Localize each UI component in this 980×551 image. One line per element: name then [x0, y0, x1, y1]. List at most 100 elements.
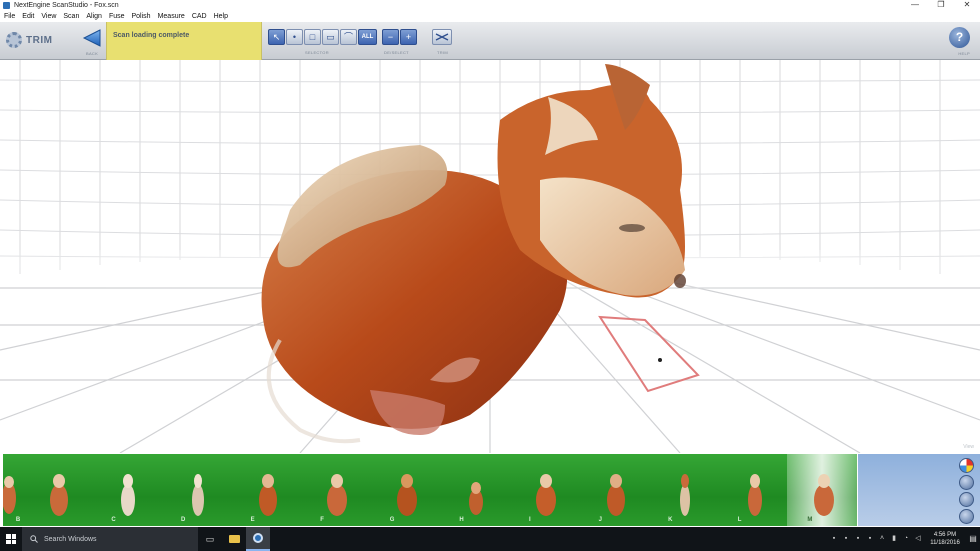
menu-view[interactable]: View [41, 11, 56, 22]
deselect-minus-button[interactable]: − [382, 29, 399, 45]
back-caption: BACK [86, 51, 99, 56]
thumbnail-c[interactable]: C [91, 454, 161, 526]
thumbnail-b[interactable]: B [16, 454, 92, 526]
chevron-up-icon[interactable]: ˄ [876, 527, 888, 551]
tray-app-icon[interactable]: ▪ [828, 527, 840, 551]
search-placeholder: Search Windows [44, 535, 97, 543]
3d-viewport[interactable]: View [0, 60, 980, 453]
back-button[interactable] [82, 28, 102, 48]
scanstudio-taskbar-icon[interactable] [246, 527, 270, 551]
deselect-plus-button[interactable]: + [400, 29, 417, 45]
restore-button[interactable]: ❐ [928, 0, 954, 11]
rect-select-icon[interactable]: □ [304, 29, 321, 45]
thumbnail-tag: B [15, 517, 21, 523]
thumbnail-i[interactable]: I [509, 454, 579, 526]
color-mode-icon[interactable] [959, 458, 974, 473]
thumbnail-tag: D [181, 517, 186, 523]
fox-thumbnail-icon [121, 474, 136, 516]
thumbnail-partial[interactable] [3, 454, 22, 526]
thumbnail-h[interactable]: H [439, 454, 509, 526]
window-title: NextEngine ScanStudio - Fox.scn [14, 2, 119, 9]
fox-thumbnail-icon [606, 474, 625, 516]
select-all-button[interactable]: ALL [358, 29, 377, 45]
thumbnail-g[interactable]: G [370, 454, 440, 526]
tray-app-icon[interactable]: ▪ [840, 527, 852, 551]
search-icon [30, 535, 38, 543]
toolbar: TRIM BACK Scan loading complete ↖ • □ ▭ … [0, 22, 980, 60]
thumbnail-m[interactable]: M [787, 454, 857, 526]
thumbnail-j[interactable]: J [579, 454, 649, 526]
fox-thumbnail-icon [535, 474, 556, 516]
menu-scan[interactable]: Scan [63, 11, 79, 22]
start-button[interactable] [0, 527, 22, 551]
tray-app-icon[interactable]: ▪ [864, 527, 876, 551]
menu-polish[interactable]: Polish [132, 11, 151, 22]
back-arrow-icon [82, 29, 101, 47]
thumbnail-list: B C D E F G H I J K L M [3, 454, 857, 526]
thumbnail-k[interactable]: K [648, 454, 718, 526]
selector-tools: ↖ • □ ▭ ⌒ ALL [268, 29, 377, 45]
fox-thumbnail-icon [469, 482, 484, 515]
clock[interactable]: 4:56 PM 11/18/2016 [924, 531, 966, 547]
menu-cad[interactable]: CAD [192, 11, 207, 22]
fox-thumbnail-icon [327, 474, 348, 516]
help-button[interactable]: ? [949, 27, 970, 48]
search-box[interactable]: Search Windows [22, 527, 198, 551]
status-panel: Scan loading complete [106, 22, 262, 60]
thumbnail-d[interactable]: D [161, 454, 231, 526]
mode-label: TRIM [26, 34, 53, 46]
lasso-select-icon[interactable]: ⌒ [340, 29, 357, 45]
thumbnail-tag: F [320, 517, 324, 523]
thumbnail-e[interactable]: E [231, 454, 301, 526]
fox-thumbnail-icon [192, 474, 204, 516]
clock-date: 11/18/2016 [930, 540, 960, 546]
view-controls-panel [858, 454, 980, 526]
selection-marker [658, 358, 662, 362]
fox-thumbnail-icon [747, 474, 762, 516]
trim-button[interactable] [432, 29, 452, 45]
file-explorer-icon[interactable] [222, 527, 246, 551]
windows-logo-icon [6, 534, 16, 544]
thumbnail-tag: H [459, 517, 464, 523]
clock-time: 4:56 PM [933, 532, 957, 538]
thumbnail-tag: G [389, 517, 395, 523]
volume-icon[interactable]: ◁ [912, 527, 924, 551]
status-message: Scan loading complete [113, 32, 190, 39]
shaded-mode-icon[interactable] [959, 475, 974, 490]
close-button[interactable]: ✕ [954, 0, 980, 11]
fox-scan-mesh[interactable] [261, 64, 686, 444]
view-label: View [963, 444, 974, 450]
trim-tools [432, 29, 452, 45]
fox-thumbnail-icon [814, 474, 835, 516]
mode-indicator: TRIM [6, 32, 52, 48]
thumbnail-tag: I [528, 517, 531, 523]
menu-help[interactable]: Help [214, 11, 228, 22]
help-caption: HELP [958, 51, 970, 56]
network-icon[interactable]: ◔ [900, 527, 912, 551]
menu-fuse[interactable]: Fuse [109, 11, 125, 22]
tray-app-icon[interactable]: ▪ [852, 527, 864, 551]
scan-thumbnail-strip: B C D E F G H I J K L M [0, 453, 980, 527]
battery-icon[interactable]: ▮ [888, 527, 900, 551]
minimize-button[interactable]: — [902, 0, 928, 11]
points-mode-icon[interactable] [959, 509, 974, 524]
notifications-icon[interactable]: ▤ [966, 527, 980, 551]
app-icon [3, 2, 10, 9]
thumbnail-tag: C [111, 517, 116, 523]
dot-select-icon[interactable]: • [286, 29, 303, 45]
menu-align[interactable]: Align [86, 11, 102, 22]
task-view-icon[interactable]: ▭ [198, 527, 222, 551]
thumbnail-tag: J [598, 517, 602, 523]
gear-icon [6, 32, 22, 48]
arrow-select-icon[interactable]: ↖ [268, 29, 285, 45]
fox-thumbnail-icon [396, 474, 417, 516]
wireframe-mode-icon[interactable] [959, 492, 974, 507]
thumbnail-l[interactable]: L [718, 454, 788, 526]
menu-measure[interactable]: Measure [158, 11, 185, 22]
thumbnail-f[interactable]: F [300, 454, 370, 526]
menu-edit[interactable]: Edit [22, 11, 34, 22]
menu-file[interactable]: File [4, 11, 15, 22]
selector-caption: SELECTOR [305, 50, 329, 55]
trim-caption: TRIM [437, 50, 448, 55]
square-select-icon[interactable]: ▭ [322, 29, 339, 45]
